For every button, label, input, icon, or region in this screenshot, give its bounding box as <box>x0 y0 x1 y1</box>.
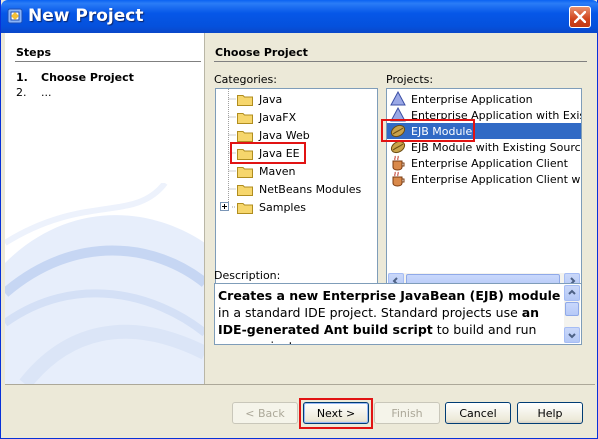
close-button[interactable] <box>569 6 591 28</box>
step-next: 2.... <box>16 86 52 99</box>
highlight-ejb-module <box>381 119 475 142</box>
folder-icon <box>237 166 253 178</box>
category-samples[interactable]: Samples <box>237 199 306 216</box>
project-enterprise-application[interactable]: Enterprise Application <box>387 91 581 107</box>
projects-label: Projects: <box>386 73 434 86</box>
new-project-dialog: New Project Steps 1. Choose Project 2....… <box>0 0 598 439</box>
steps-title: Steps <box>16 46 52 59</box>
steps-panel: Steps 1. Choose Project 2.... <box>5 33 205 384</box>
section-title: Choose Project <box>215 46 308 59</box>
dialog-title: New Project <box>28 6 144 26</box>
folder-icon <box>237 112 253 124</box>
section-divider <box>214 61 587 62</box>
finish-button[interactable]: Finish <box>374 402 440 424</box>
arrow-up-icon <box>568 289 576 295</box>
footer-divider <box>5 384 595 385</box>
project-enterprise-application-client[interactable]: Enterprise Application Client <box>387 155 581 171</box>
step-choose-project: 1. Choose Project <box>16 71 134 84</box>
description-box[interactable]: Creates a new Enterprise JavaBean (EJB) … <box>214 283 582 345</box>
scroll-up-button[interactable] <box>564 285 580 301</box>
title-bar[interactable]: New Project <box>1 0 598 33</box>
expand-icon[interactable] <box>220 202 229 211</box>
project-enterprise-application-client-ex[interactable]: Enterprise Application Client with Ex <box>387 171 581 187</box>
back-button[interactable]: < Back <box>232 402 298 424</box>
category-maven[interactable]: Maven <box>237 163 295 180</box>
triangle-icon <box>390 91 406 106</box>
netbeans-icon <box>7 8 23 24</box>
scroll-thumb[interactable] <box>565 302 579 316</box>
close-icon <box>574 11 586 23</box>
choose-project-panel: Choose Project Categories: Projects: Jav… <box>206 33 595 384</box>
decorative-banner-art <box>5 183 204 384</box>
category-javafx[interactable]: JavaFX <box>237 109 296 126</box>
description-vertical-scrollbar[interactable] <box>564 285 580 343</box>
description-label: Description: <box>214 269 281 282</box>
scroll-down-button[interactable] <box>564 327 580 343</box>
highlight-java-ee <box>230 142 306 164</box>
steps-divider <box>15 61 201 62</box>
cancel-button[interactable]: Cancel <box>445 402 511 424</box>
categories-label: Categories: <box>214 73 277 86</box>
description-text: Creates a new Enterprise JavaBean (EJB) … <box>218 288 561 344</box>
category-java[interactable]: Java <box>237 91 282 108</box>
folder-icon <box>237 184 253 196</box>
arrow-down-icon <box>568 333 576 339</box>
folder-icon <box>237 94 253 106</box>
help-button[interactable]: Help <box>517 402 583 424</box>
next-button[interactable]: Next > <box>303 402 369 424</box>
coffee-icon <box>392 155 405 171</box>
folder-icon <box>237 130 253 142</box>
folder-icon <box>237 202 253 214</box>
categories-tree[interactable]: Java JavaFX Java Web Java EE Maven NetBe… <box>215 88 378 291</box>
coffee-icon <box>392 171 405 187</box>
category-netbeans-modules[interactable]: NetBeans Modules <box>237 181 361 198</box>
